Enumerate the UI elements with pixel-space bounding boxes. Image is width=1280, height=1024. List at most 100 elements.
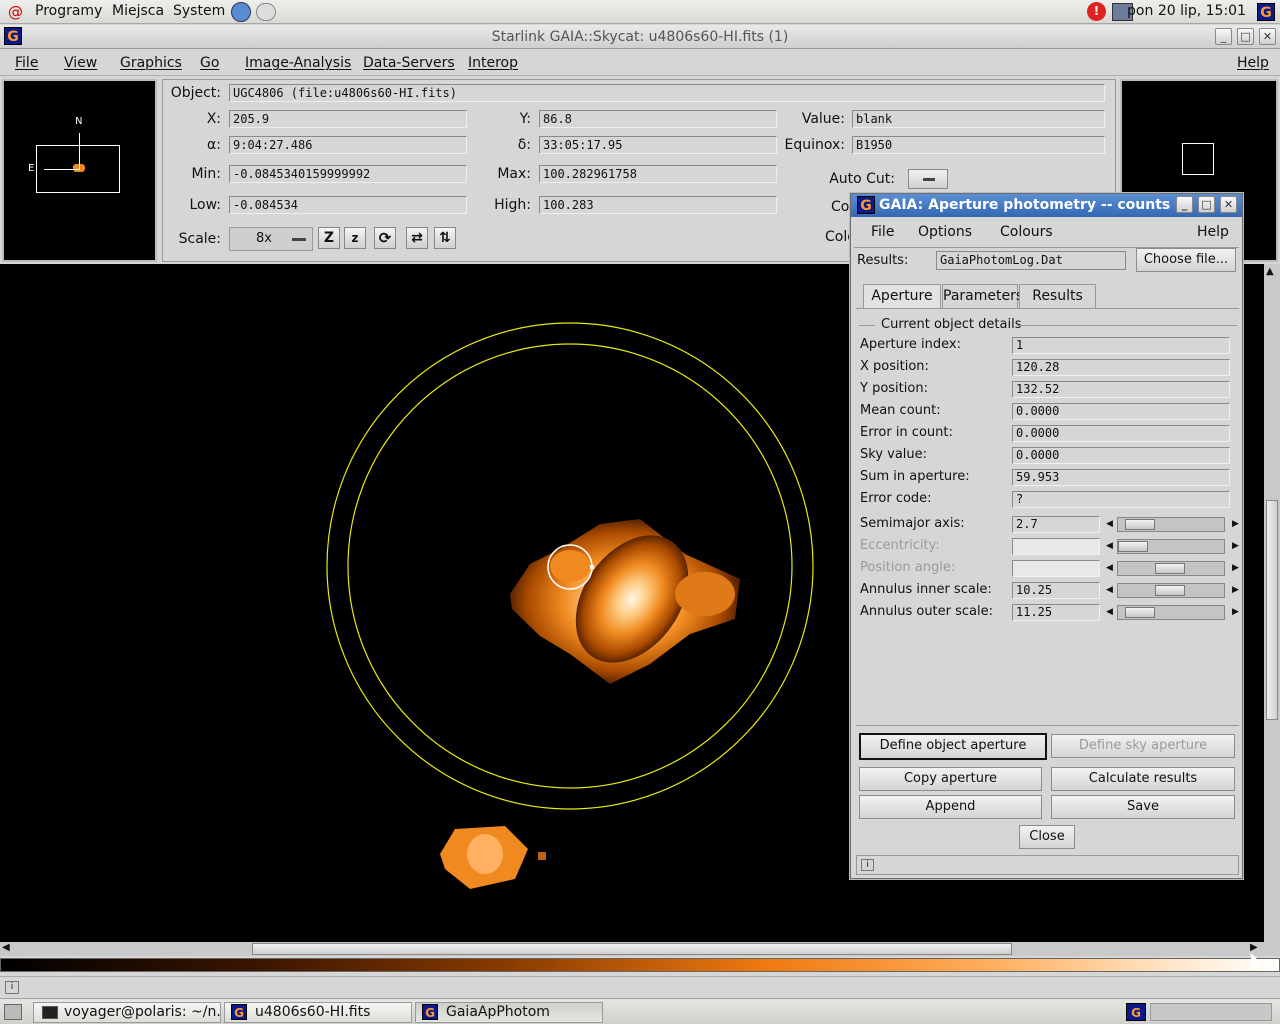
menu-data-servers[interactable]: Data-Servers [363, 55, 455, 71]
main-window-titlebar[interactable]: G Starlink GAIA::Skycat: u4806s60-HI.fit… [0, 25, 1280, 49]
annulus-inner-decrease-arrow[interactable]: ◀ [1106, 585, 1113, 595]
annulus-inner-scale-field[interactable]: 10.25 [1012, 582, 1100, 599]
sum-in-aperture-field[interactable]: 59.953 [1012, 469, 1230, 486]
update-alert-icon[interactable]: ! [1087, 2, 1106, 21]
colorbar[interactable] [0, 958, 1280, 972]
max-field[interactable]: 100.282961758 [539, 165, 777, 183]
calculate-results-button[interactable]: Calculate results [1051, 767, 1235, 791]
eccentricity-increase-arrow[interactable]: ▶ [1232, 541, 1239, 551]
save-button[interactable]: Save [1051, 795, 1235, 819]
semimajor-increase-arrow[interactable]: ▶ [1232, 519, 1239, 529]
debian-logo-icon[interactable]: @ [8, 3, 23, 21]
task-gaiaapphotom[interactable]: G GaiaApPhotom [415, 1002, 603, 1023]
y-field[interactable]: 86.8 [539, 110, 777, 128]
tab-aperture[interactable]: Aperture [863, 284, 941, 308]
append-button[interactable]: Append [859, 795, 1042, 819]
rotate-icon[interactable]: ⟳ [374, 227, 396, 249]
x-field[interactable]: 205.9 [229, 110, 467, 128]
horizontal-scrollbar[interactable]: ◀ ▶ [0, 942, 1280, 956]
minimize-button[interactable]: _ [1215, 28, 1232, 45]
annulus-inner-increase-arrow[interactable]: ▶ [1232, 585, 1239, 595]
mean-count-field[interactable]: 0.0000 [1012, 403, 1230, 420]
maximize-button[interactable]: □ [1237, 28, 1254, 45]
aperture-index-field[interactable]: 1 [1012, 337, 1230, 354]
info-icon[interactable]: i [5, 981, 19, 994]
annulus-outer-increase-arrow[interactable]: ▶ [1232, 607, 1239, 617]
menu-graphics[interactable]: Graphics [120, 55, 182, 71]
flip-y-icon[interactable]: ⇅ [434, 227, 456, 249]
close-window-button[interactable]: ✕ [1259, 28, 1276, 45]
semimajor-axis-field[interactable]: 2.7 [1012, 516, 1100, 533]
eccentricity-decrease-arrow[interactable]: ◀ [1106, 541, 1113, 551]
autocut-menu-button[interactable] [908, 169, 948, 189]
dialog-close-button[interactable]: ✕ [1220, 196, 1237, 213]
position-angle-slider[interactable] [1117, 561, 1225, 576]
scale-menu[interactable]: 8x [229, 227, 313, 251]
slider-thumb[interactable] [1125, 519, 1155, 530]
panel-menu-places[interactable]: Miejsca [112, 3, 164, 19]
sky-value-field[interactable]: 0.0000 [1012, 447, 1230, 464]
menu-view[interactable]: View [64, 55, 97, 71]
results-file-field[interactable]: GaiaPhotomLog.Dat [936, 251, 1126, 270]
annulus-inner-scale-slider[interactable] [1117, 583, 1225, 598]
dialog-menu-colours[interactable]: Colours [1000, 224, 1053, 240]
eccentricity-field[interactable]: 0.0 [1012, 538, 1100, 555]
task-skycat[interactable]: G u4806s60-HI.fits [224, 1002, 412, 1023]
scroll-up-arrow[interactable]: ▲ [1266, 266, 1274, 277]
slider-thumb[interactable] [1155, 585, 1185, 596]
mail-icon[interactable] [256, 3, 276, 21]
delta-field[interactable]: 33:05:17.95 [539, 136, 777, 154]
clock[interactable]: pon 20 lip, 15:01 [1127, 3, 1246, 19]
error-in-count-field[interactable]: 0.0000 [1012, 425, 1230, 442]
zoom-in-button[interactable]: Z [318, 227, 340, 249]
dialog-menu-help[interactable]: Help [1197, 224, 1229, 240]
semimajor-decrease-arrow[interactable]: ◀ [1106, 519, 1113, 529]
menu-go[interactable]: Go [200, 55, 219, 71]
min-field[interactable]: -0.0845340159999992 [229, 165, 467, 183]
zoom-out-button[interactable]: z [344, 227, 366, 249]
flip-x-icon[interactable]: ⇄ [406, 227, 428, 249]
high-field[interactable]: 100.283 [539, 196, 777, 214]
menu-file[interactable]: File [15, 55, 38, 71]
low-field[interactable]: -0.084534 [229, 196, 467, 214]
error-code-field[interactable]: ? [1012, 491, 1230, 508]
x-position-field[interactable]: 120.28 [1012, 359, 1230, 376]
vertical-scroll-thumb[interactable] [1266, 500, 1278, 720]
dialog-maximize-button[interactable]: □ [1198, 196, 1215, 213]
scroll-left-arrow[interactable]: ◀ [2, 942, 10, 953]
position-angle-decrease-arrow[interactable]: ◀ [1106, 563, 1113, 573]
copy-aperture-button[interactable]: Copy aperture [859, 767, 1042, 791]
web-browser-icon[interactable] [231, 2, 251, 22]
workspace-switcher-icon[interactable]: G [1126, 1003, 1146, 1021]
vertical-scrollbar[interactable]: ▲ [1264, 264, 1280, 942]
object-field[interactable]: UGC4806 (file:u4806s60-HI.fits) [229, 84, 1105, 102]
eccentricity-slider[interactable] [1117, 539, 1225, 554]
gaia-tray-icon[interactable]: G [1257, 3, 1275, 21]
slider-thumb[interactable] [1155, 563, 1185, 574]
workspace-pager[interactable] [1150, 1003, 1272, 1021]
position-angle-increase-arrow[interactable]: ▶ [1232, 563, 1239, 573]
define-object-aperture-button[interactable]: Define object aperture [859, 733, 1047, 760]
task-terminal[interactable]: voyager@polaris: ~/n... [33, 1002, 221, 1023]
choose-file-button[interactable]: Choose file... [1136, 248, 1236, 272]
panel-menu-system[interactable]: System [173, 3, 225, 19]
tab-parameters[interactable]: Parameters [942, 284, 1023, 308]
tab-results[interactable]: Results [1019, 284, 1096, 308]
y-position-field[interactable]: 132.52 [1012, 381, 1230, 398]
annulus-outer-scale-field[interactable]: 11.25 [1012, 604, 1100, 621]
equinox-field[interactable]: B1950 [852, 136, 1105, 154]
show-desktop-icon[interactable] [4, 1004, 22, 1020]
menu-help[interactable]: Help [1237, 55, 1269, 71]
semimajor-axis-slider[interactable] [1117, 517, 1225, 532]
dialog-menu-file[interactable]: File [871, 224, 894, 240]
close-button[interactable]: Close [1019, 825, 1075, 849]
position-angle-field[interactable]: 0.0 [1012, 560, 1100, 577]
slider-thumb[interactable] [1125, 607, 1155, 618]
dialog-minimize-button[interactable]: _ [1176, 196, 1193, 213]
menu-image-analysis[interactable]: Image-Analysis [245, 55, 351, 71]
dialog-titlebar[interactable]: G GAIA: Aperture photometry -- counts (1… [851, 194, 1242, 217]
menu-interop[interactable]: Interop [468, 55, 518, 71]
annulus-outer-scale-slider[interactable] [1117, 605, 1225, 620]
alpha-field[interactable]: 9:04:27.486 [229, 136, 467, 154]
dialog-menu-options[interactable]: Options [918, 224, 972, 240]
